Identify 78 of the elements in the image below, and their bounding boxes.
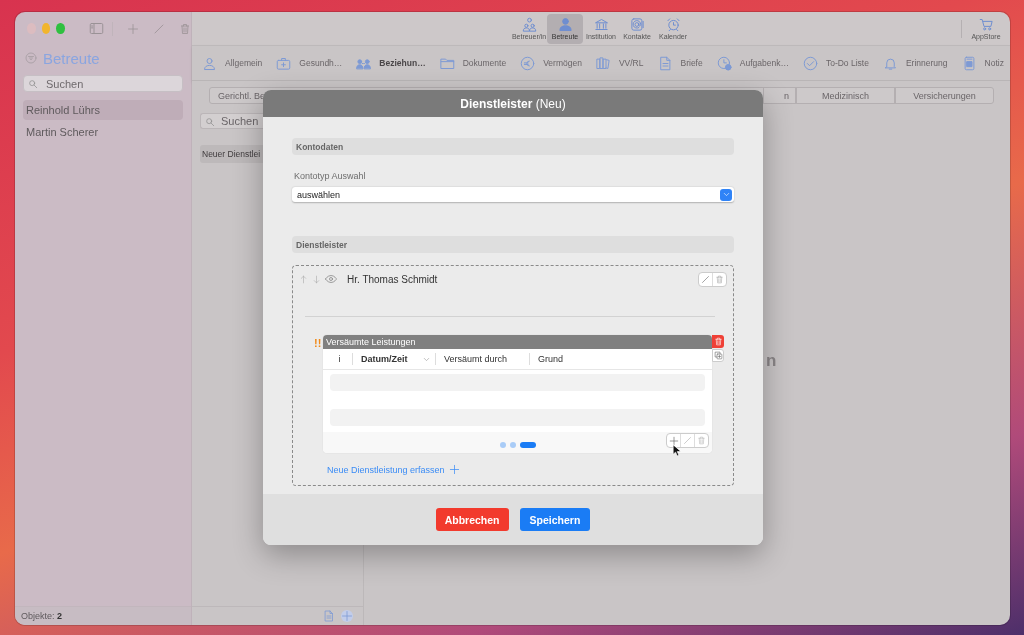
column-header[interactable]: Datum/Zeit	[353, 353, 436, 366]
trash-icon	[697, 436, 706, 446]
people-icon	[521, 17, 537, 32]
list-item[interactable]: Neuer Dienstlei	[200, 145, 263, 163]
edit-button[interactable]	[699, 272, 713, 286]
pencil-icon	[153, 22, 165, 35]
category-tab[interactable]: Allgemein	[202, 51, 263, 75]
medical-kit-icon	[276, 55, 292, 71]
sidebar-toggle-icon	[89, 21, 104, 36]
copy-button[interactable]	[712, 349, 724, 363]
alarm-clock-icon	[665, 17, 681, 32]
plus-icon	[341, 610, 353, 622]
check-circle-icon	[802, 55, 818, 71]
empty-state-text: n	[766, 350, 777, 371]
provider-name: Hr. Thomas Schmidt	[347, 273, 438, 285]
delete-button[interactable]	[695, 434, 708, 448]
page-dot[interactable]	[509, 441, 516, 448]
category-tab[interactable]: Briefe	[657, 51, 703, 75]
category-tab[interactable]: Dokumente	[439, 51, 507, 75]
filter-icon	[25, 52, 37, 64]
document-icon	[657, 55, 673, 71]
warning-mark: !!	[314, 337, 323, 350]
cart-icon	[978, 17, 994, 32]
delete-button[interactable]	[712, 335, 724, 349]
trash-icon	[179, 22, 191, 35]
eye-icon	[325, 273, 337, 286]
copy-icon	[713, 351, 723, 361]
sidebar-item[interactable]: Reinhold Lührs	[23, 100, 183, 120]
category-tab[interactable]: Aufgabenk…	[716, 51, 789, 75]
field-label: Kontotyp Auswahl	[294, 171, 367, 182]
column-header[interactable]: i	[323, 353, 353, 366]
arrow-up-icon	[299, 274, 308, 284]
document-icon	[323, 610, 335, 622]
category-tab[interactable]: Erinnerung	[882, 51, 948, 75]
category-tab[interactable]: Vermögen	[520, 51, 582, 75]
sidebar-item[interactable]: Martin Scherer	[23, 122, 183, 142]
person-icon	[202, 55, 217, 71]
edit-button[interactable]	[681, 434, 695, 448]
window-minimize-button[interactable]	[41, 23, 51, 34]
cancel-button[interactable]: Abbrechen	[435, 508, 509, 532]
search-field[interactable]: Suchen	[200, 113, 263, 129]
arrow-down-icon	[312, 274, 321, 284]
search-field[interactable]: Suchen	[23, 75, 183, 92]
segment-tab[interactable]: Versicherungen	[895, 88, 993, 103]
pencil-icon	[683, 436, 692, 446]
pencil-icon	[701, 274, 710, 284]
plus-icon	[448, 464, 460, 476]
trash-icon	[713, 337, 723, 347]
notepad-icon	[961, 55, 977, 71]
column-header[interactable]: Versäumt durch	[436, 353, 530, 366]
dialog-title: Dienstleister (Neu)	[460, 96, 566, 111]
sidebar-title: Betreute	[43, 49, 100, 67]
account-type-select[interactable]: auswählen	[292, 187, 734, 203]
table-title: Versäumte Leistungen	[323, 335, 712, 350]
segment-tab[interactable]: Medizinisch	[796, 88, 895, 103]
clock-icon	[716, 55, 732, 71]
column-header[interactable]: Grund	[530, 353, 567, 366]
add-service-link[interactable]: Neue Dienstleistung erfassen	[327, 465, 445, 476]
person-icon	[557, 17, 573, 32]
trash-icon	[715, 274, 724, 284]
delete-button[interactable]	[713, 272, 726, 286]
save-button[interactable]: Speichern	[519, 508, 591, 532]
category-tab[interactable]: To-Do Liste	[802, 51, 869, 75]
plus-icon	[668, 435, 679, 446]
category-tab[interactable]: Notiz	[961, 51, 1004, 75]
window-zoom-button[interactable]	[56, 23, 65, 34]
category-tab[interactable]: VV/RL	[595, 51, 644, 75]
bank-icon	[593, 17, 609, 32]
object-count: Objekte: 2	[21, 611, 63, 621]
page-dot[interactable]	[499, 441, 506, 448]
books-icon	[595, 55, 611, 71]
section-heading: Dienstleister	[296, 239, 348, 250]
category-tab[interactable]: Gesundh…	[276, 51, 343, 75]
bell-icon	[882, 55, 898, 71]
plus-icon	[127, 22, 139, 35]
folder-icon	[439, 55, 455, 71]
category-tab[interactable]: Beziehun…	[356, 51, 426, 75]
section-heading: Kontodaten	[296, 141, 344, 152]
